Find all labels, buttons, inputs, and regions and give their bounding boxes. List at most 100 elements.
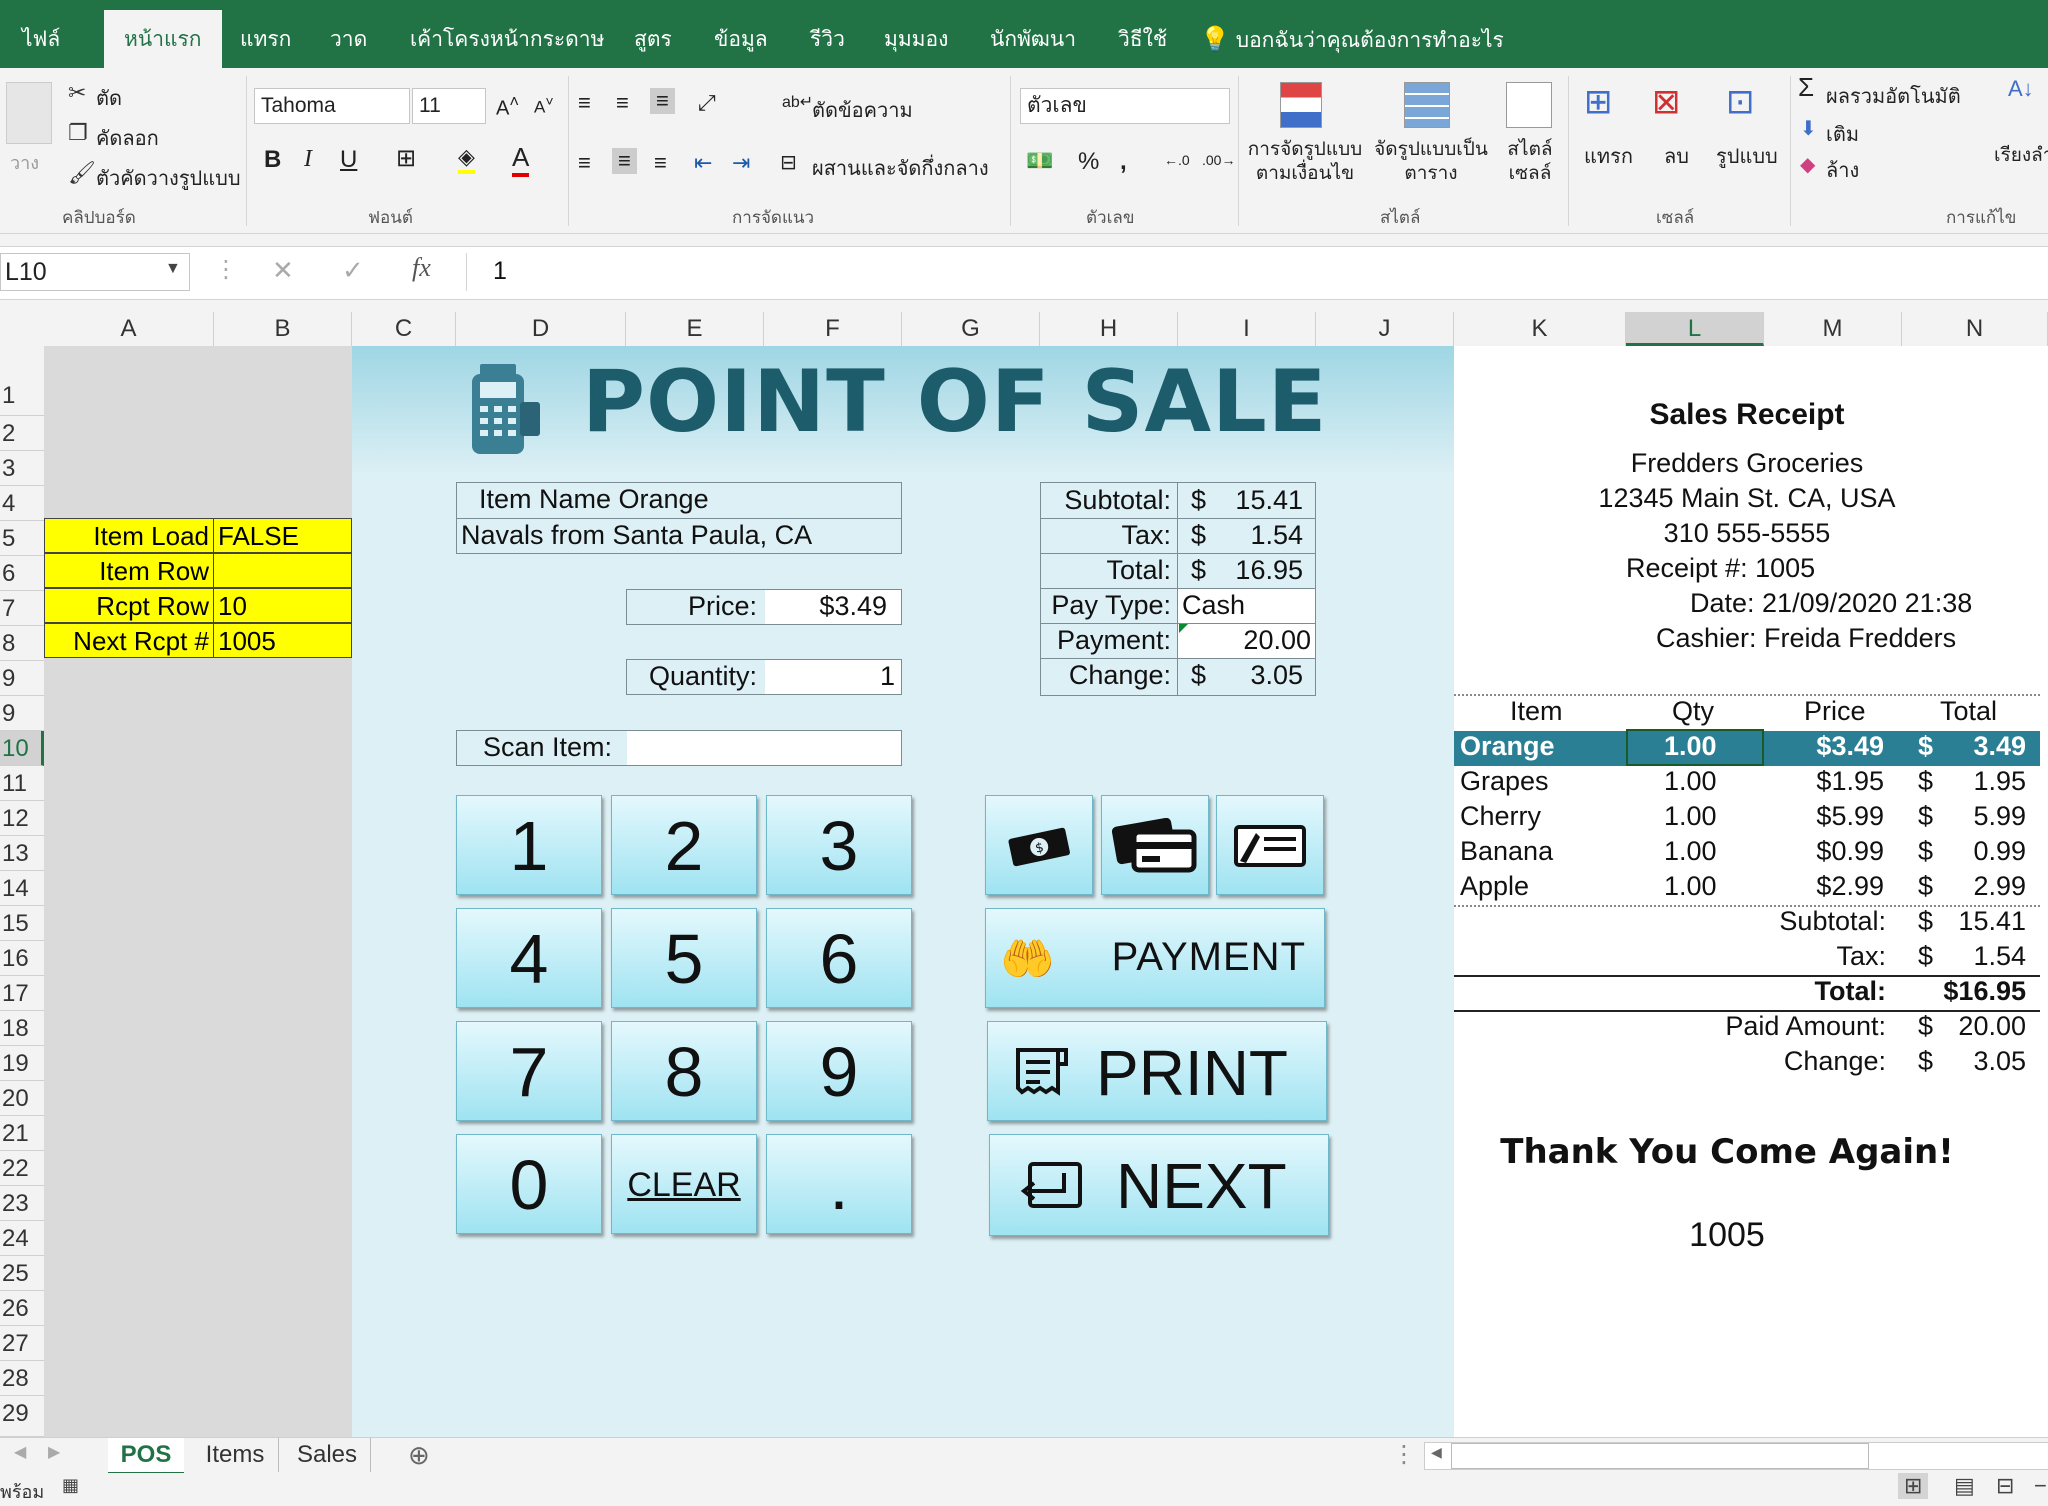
column-header-a[interactable]: A: [44, 312, 214, 346]
tab-data[interactable]: ข้อมูล: [714, 0, 768, 68]
receipt-item-name[interactable]: Orange: [1460, 731, 1555, 762]
keypad-1-button[interactable]: 1: [456, 795, 602, 895]
cash-button[interactable]: $: [985, 795, 1093, 895]
decrease-indent-icon[interactable]: ⇤: [694, 150, 712, 176]
macro-recording-icon[interactable]: ▦: [62, 1475, 79, 1496]
column-header-j[interactable]: J: [1316, 312, 1454, 346]
clear-button[interactable]: ล้าง: [1826, 154, 1859, 186]
wrap-text-button[interactable]: ตัดข้อความ: [812, 94, 913, 126]
row-header[interactable]: 29: [0, 1396, 44, 1437]
row-header[interactable]: 14: [0, 871, 44, 906]
align-center-icon[interactable]: ≡: [612, 148, 637, 174]
bold-icon[interactable]: B: [264, 146, 281, 174]
column-header-k[interactable]: K: [1454, 312, 1626, 346]
keypad-8-button[interactable]: 8: [611, 1021, 757, 1121]
keypad-5-button[interactable]: 5: [611, 908, 757, 1008]
grow-font-icon[interactable]: A˄: [496, 92, 519, 121]
row-header[interactable]: 23: [0, 1186, 44, 1221]
row-header[interactable]: 25: [0, 1256, 44, 1291]
sheet-tab-items[interactable]: Items: [192, 1438, 279, 1472]
orientation-icon[interactable]: ⤢: [698, 90, 716, 116]
page-layout-view-icon[interactable]: ▤: [1954, 1473, 1975, 1499]
row-header[interactable]: 26: [0, 1291, 44, 1326]
payment-input[interactable]: 20.00: [1178, 624, 1315, 658]
rcpt-row-value[interactable]: 10: [213, 588, 352, 623]
row-header[interactable]: 22: [0, 1151, 44, 1186]
column-header-e[interactable]: E: [626, 312, 764, 346]
tell-me-box[interactable]: 💡 บอกฉันว่าคุณต้องการทำอะไร: [1200, 0, 1504, 68]
row-header[interactable]: 7: [0, 591, 44, 626]
tab-formulas[interactable]: สูตร: [634, 0, 672, 68]
conditional-formatting-icon[interactable]: [1280, 82, 1322, 128]
enter-icon[interactable]: ✓: [342, 255, 364, 286]
sort-filter-button[interactable]: เรียงลำดับและกรอง: [1994, 140, 2048, 170]
sheet-tab-sales[interactable]: Sales: [284, 1438, 371, 1472]
check-button[interactable]: [1216, 795, 1324, 895]
insert-function-icon[interactable]: fx: [412, 253, 431, 283]
column-header-c[interactable]: C: [352, 312, 456, 346]
add-sheet-icon[interactable]: ⊕: [408, 1440, 430, 1471]
page-break-view-icon[interactable]: ⊟: [1996, 1473, 2014, 1499]
card-button[interactable]: [1101, 795, 1209, 895]
row-header[interactable]: 13: [0, 836, 44, 871]
row-header[interactable]: 9: [0, 661, 44, 696]
next-button[interactable]: NEXT: [989, 1134, 1329, 1236]
tab-developer[interactable]: นักพัฒนา: [990, 0, 1076, 68]
cut-button[interactable]: ตัด: [96, 82, 122, 114]
chevron-down-icon[interactable]: ▼: [165, 260, 181, 278]
row-header[interactable]: 12: [0, 801, 44, 836]
accounting-format-icon[interactable]: 💵: [1026, 148, 1053, 174]
copy-button[interactable]: คัดลอก: [96, 122, 159, 154]
name-box[interactable]: L10 ▼: [0, 253, 190, 291]
row-header[interactable]: 5: [0, 521, 44, 556]
tab-review[interactable]: รีวิว: [810, 0, 845, 68]
font-size-box[interactable]: 11: [412, 88, 486, 124]
increase-indent-icon[interactable]: ⇥: [732, 150, 750, 176]
keypad-4-button[interactable]: 4: [456, 908, 602, 1008]
column-header-d[interactable]: D: [456, 312, 626, 346]
paste-icon[interactable]: [6, 82, 52, 144]
decrease-decimal-icon[interactable]: .00→: [1202, 152, 1235, 168]
fill-button[interactable]: เติม: [1826, 118, 1859, 150]
row-header[interactable]: 3: [0, 451, 44, 486]
row-header[interactable]: 4: [0, 486, 44, 521]
autosum-button[interactable]: ผลรวมอัตโนมัติ: [1826, 80, 1961, 112]
cancel-icon[interactable]: ✕: [272, 255, 294, 286]
column-header-h[interactable]: H: [1040, 312, 1178, 346]
keypad-decimal-button[interactable]: .: [766, 1134, 912, 1234]
borders-icon[interactable]: ⊞: [396, 144, 416, 173]
scroll-right-icon[interactable]: ▶: [48, 1442, 60, 1462]
row-header[interactable]: 18: [0, 1011, 44, 1046]
align-right-icon[interactable]: ≡: [654, 150, 667, 176]
keypad-3-button[interactable]: 3: [766, 795, 912, 895]
row-header[interactable]: 8: [0, 626, 44, 661]
keypad-2-button[interactable]: 2: [611, 795, 757, 895]
format-as-table-icon[interactable]: [1404, 82, 1450, 128]
underline-icon[interactable]: U: [340, 146, 357, 174]
merge-center-button[interactable]: ผสานและจัดกึ่งกลาง: [812, 152, 989, 184]
quantity-input[interactable]: 1: [765, 660, 901, 694]
comma-style-icon[interactable]: ,: [1120, 148, 1127, 176]
row-header[interactable]: 21: [0, 1116, 44, 1151]
row-header-selected[interactable]: 10: [0, 731, 44, 766]
scan-item-input[interactable]: [627, 731, 901, 765]
format-as-table-button[interactable]: จัดรูปแบบเป็นตาราง: [1370, 138, 1492, 186]
tab-home[interactable]: หน้าแรก: [104, 10, 222, 68]
row-header[interactable]: 11: [0, 766, 44, 801]
normal-view-icon[interactable]: ⊞: [1898, 1473, 1929, 1499]
scroll-left-icon[interactable]: ◀: [1431, 1444, 1442, 1461]
scroll-left-icon[interactable]: ◀: [14, 1442, 26, 1462]
fill-color-icon[interactable]: ◈: [458, 144, 475, 174]
horizontal-scrollbar[interactable]: ◀: [1424, 1442, 2048, 1470]
keypad-0-button[interactable]: 0: [456, 1134, 602, 1234]
column-header-b[interactable]: B: [214, 312, 352, 346]
tab-help[interactable]: วิธีใช้: [1118, 0, 1167, 68]
italic-icon[interactable]: I: [304, 146, 312, 173]
formula-input[interactable]: 1: [466, 253, 2047, 291]
conditional-formatting-button[interactable]: การจัดรูปแบบตามเงื่อนไข: [1244, 138, 1366, 186]
tab-draw[interactable]: วาด: [330, 0, 367, 68]
format-cells-button[interactable]: รูปแบบ: [1716, 140, 1778, 172]
column-header-l[interactable]: L: [1626, 312, 1764, 346]
item-load-value[interactable]: FALSE: [213, 518, 352, 553]
paste-button[interactable]: วาง: [10, 148, 39, 177]
